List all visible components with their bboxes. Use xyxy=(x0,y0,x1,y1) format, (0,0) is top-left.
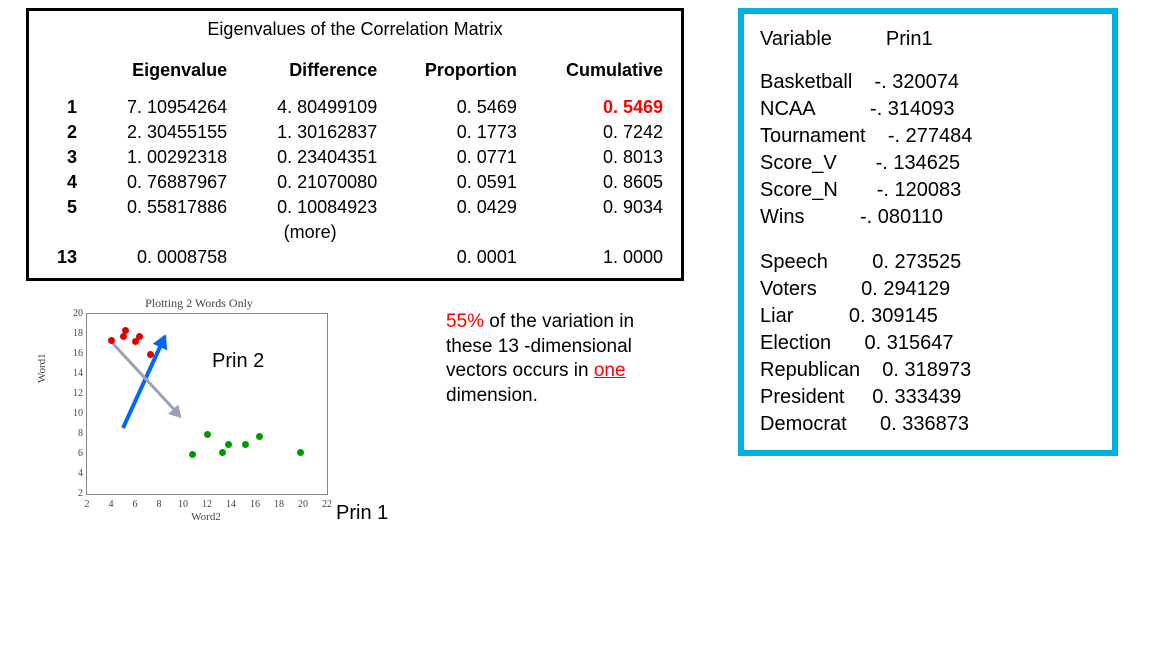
eigenvalues-table: Eigenvalue Difference Proportion Cumulat… xyxy=(39,58,671,270)
chart-area: 2468101214161820246810121416182022 xyxy=(86,313,328,495)
one-underline: one xyxy=(594,360,626,381)
data-point-green xyxy=(219,449,226,456)
chart-ylabel: Word1 xyxy=(36,353,48,383)
data-point-green xyxy=(297,449,304,456)
data-point-red xyxy=(108,337,115,344)
data-point-green xyxy=(242,441,249,448)
header-variable: Variable xyxy=(760,28,832,51)
prin1-arrow-icon xyxy=(110,340,182,417)
th-eigenvalue: Eigenvalue xyxy=(85,58,235,83)
table-header-row: Eigenvalue Difference Proportion Cumulat… xyxy=(39,58,671,83)
data-point-red xyxy=(122,327,129,334)
header-prin1: Prin1 xyxy=(886,28,933,51)
chart-title: Plotting 2 Words Only xyxy=(58,296,340,311)
th-blank xyxy=(39,58,85,83)
loadings-positive: Speech 0. 273525 Voters 0. 294129 Liar 0… xyxy=(760,249,1096,438)
data-point-green xyxy=(225,441,232,448)
data-point-red xyxy=(120,333,127,340)
data-point-red xyxy=(136,333,143,340)
eigenvalues-title: Eigenvalues of the Correlation Matrix xyxy=(39,19,671,40)
table-row: 17. 109542644. 804991090. 54690. 5469 xyxy=(39,95,671,120)
table-row: 40. 768879670. 210700800. 05910. 8605 xyxy=(39,170,671,195)
data-point-green xyxy=(256,433,263,440)
prin2-label: Prin 2 xyxy=(212,350,264,373)
loadings-header: Variable Prin1 xyxy=(760,28,1096,51)
prin2-arrow-icon xyxy=(121,335,167,429)
data-point-green xyxy=(189,451,196,458)
th-cumulative: Cumulative xyxy=(525,58,671,83)
pct-highlight: 55% xyxy=(446,311,484,332)
eigenvalues-box: Eigenvalues of the Correlation Matrix Ei… xyxy=(26,8,684,281)
table-more: (more) xyxy=(39,220,671,245)
table-row: 31. 002923180. 234043510. 07710. 8013 xyxy=(39,145,671,170)
loadings-box: Variable Prin1 Basketball -. 320074 NCAA… xyxy=(738,8,1118,456)
table-row: 50. 558178860. 100849230. 04290. 9034 xyxy=(39,195,671,220)
th-difference: Difference xyxy=(235,58,385,83)
loadings-negative: Basketball -. 320074 NCAA -. 314093 Tour… xyxy=(760,69,1096,231)
chart-xlabel: Word2 xyxy=(86,511,326,523)
prin1-label: Prin 1 xyxy=(336,502,388,525)
data-point-red xyxy=(147,351,154,358)
caption-text-2: dimension. xyxy=(446,385,538,406)
explanatory-caption: 55% of the variation in these 13 -dimens… xyxy=(446,310,676,409)
th-proportion: Proportion xyxy=(385,58,525,83)
data-point-green xyxy=(204,431,211,438)
table-row: 130. 00087580. 00011. 0000 xyxy=(39,245,671,270)
scatter-plot: Plotting 2 Words Only Word1 246810121416… xyxy=(58,296,340,523)
table-row: 22. 304551551. 301628370. 17730. 7242 xyxy=(39,120,671,145)
